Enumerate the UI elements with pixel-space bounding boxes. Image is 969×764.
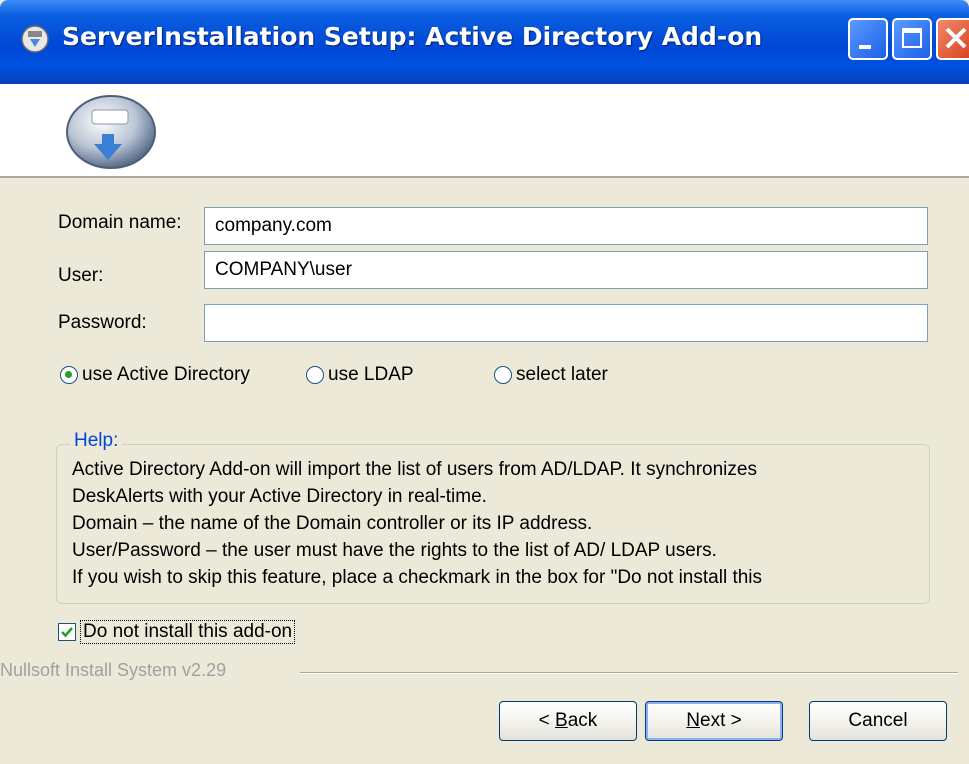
radio-label-ldap: use LDAP (328, 364, 414, 385)
radio-select-later[interactable]: select later (494, 362, 608, 388)
maximize-button[interactable] (892, 18, 932, 60)
radio-label-select-later: select later (516, 364, 608, 385)
domain-name-input[interactable]: company.com (204, 207, 928, 245)
help-text-line: Domain – the name of the Domain controll… (72, 513, 593, 534)
next-button-accel: N (686, 710, 700, 731)
radio-ldap[interactable]: use LDAP (306, 362, 414, 388)
help-text-line: DeskAlerts with your Active Directory in… (72, 486, 487, 507)
next-button[interactable]: Next > (645, 701, 783, 741)
back-button-accel: B (555, 710, 568, 731)
password-input[interactable] (204, 304, 928, 342)
user-input[interactable]: COMPANY\user (204, 251, 928, 289)
installer-logo-icon (66, 95, 156, 169)
skip-install-checkbox[interactable]: Do not install this add-on (58, 620, 296, 644)
checkbox-label: Do not install this add-on (80, 620, 296, 644)
branding-text: Nullsoft Install System v2.29 (0, 660, 227, 680)
radio-button-checked[interactable] (60, 366, 78, 384)
checkmark-icon (61, 627, 73, 638)
help-text-line: Active Directory Add-on will import the … (72, 459, 757, 480)
installer-app-icon (21, 25, 49, 53)
radio-button-unchecked[interactable] (306, 366, 324, 384)
back-button-rest: ack (567, 710, 598, 731)
help-text-line: If you wish to skip this feature, place … (72, 567, 763, 588)
close-icon (945, 27, 967, 49)
radio-active-directory[interactable]: use Active Directory (60, 362, 250, 388)
user-label: User: (58, 265, 104, 286)
help-legend: Help: (70, 430, 123, 452)
next-button-rest: ext > (700, 710, 742, 731)
footer-divider (300, 672, 958, 674)
minimize-button[interactable] (848, 18, 888, 60)
help-text-line: User/Password – the user must have the r… (72, 540, 717, 561)
maximize-icon (902, 28, 922, 48)
domain-name-label: Domain name: (58, 212, 182, 233)
title-bar[interactable]: ServerInstallation Setup: Active Directo… (0, 0, 969, 84)
close-button[interactable] (936, 18, 969, 60)
back-button[interactable]: < Back (499, 701, 637, 741)
radio-button-unchecked[interactable] (494, 366, 512, 384)
installer-window: ServerInstallation Setup: Active Directo… (0, 0, 969, 764)
window-title: ServerInstallation Setup: Active Directo… (62, 22, 763, 51)
radio-label-active-directory: use Active Directory (82, 364, 250, 385)
cancel-button[interactable]: Cancel (809, 701, 947, 741)
password-label: Password: (58, 312, 147, 333)
back-button-prefix: < (538, 710, 556, 731)
checkbox-checked[interactable] (58, 623, 76, 641)
minimize-icon (859, 45, 871, 49)
